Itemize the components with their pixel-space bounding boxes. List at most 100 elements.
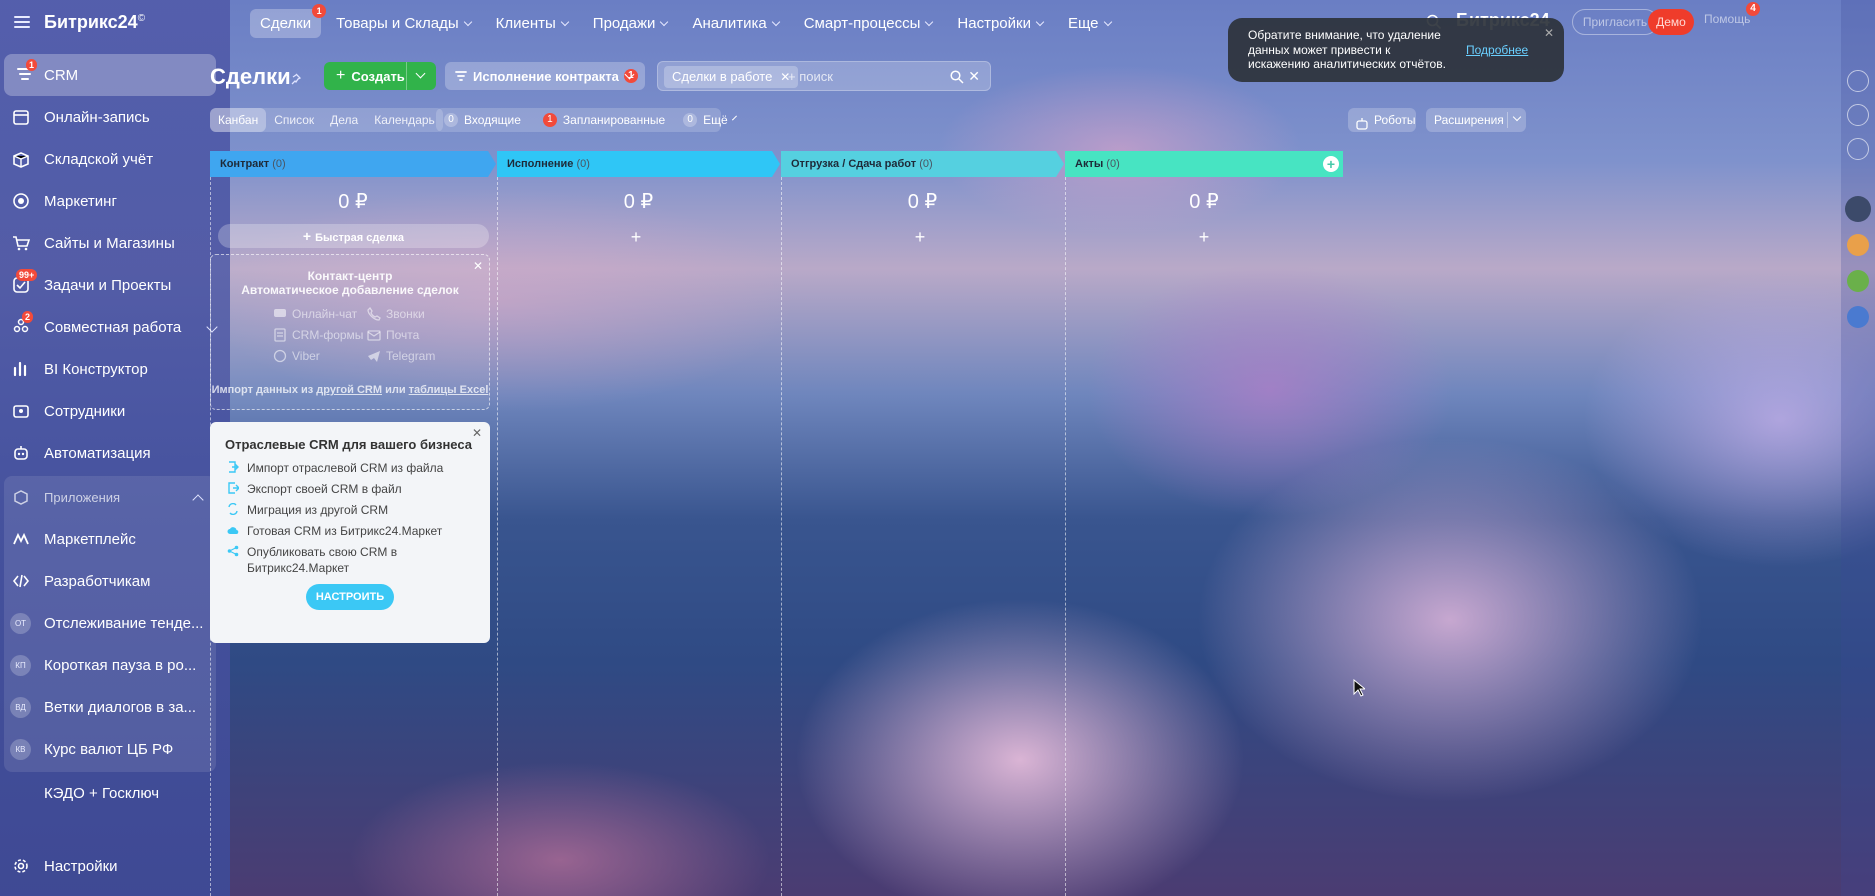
- industry-item-migration[interactable]: Миграция из другой CRM: [225, 502, 485, 518]
- counter-incoming[interactable]: Входящие: [464, 113, 521, 127]
- view-kanban[interactable]: Канбан: [210, 108, 267, 132]
- industry-item-ready-crm[interactable]: Готовая CRM из Битрикс24.Маркет: [225, 523, 485, 539]
- stage-name: Акты: [1075, 158, 1104, 170]
- industry-item-import[interactable]: Импорт отраслевой CRM из файла: [225, 460, 485, 476]
- demo-button[interactable]: Демо: [1648, 9, 1694, 35]
- sidebar-item-warehouse[interactable]: Складской учёт: [0, 138, 230, 180]
- chevron-up-icon[interactable]: [192, 494, 204, 506]
- box-icon: [12, 150, 30, 168]
- add-stage-icon[interactable]: +: [1323, 156, 1339, 172]
- sidebar-item-crm[interactable]: 1 CRM: [4, 54, 216, 96]
- tab-label: Еще: [1067, 14, 1099, 32]
- sidebar-item-automation[interactable]: Автоматизация: [0, 432, 230, 474]
- sidebar-item-settings[interactable]: Настройки: [0, 845, 230, 887]
- view-calendar[interactable]: Календарь: [366, 108, 443, 132]
- group-avatar-icon[interactable]: [1847, 270, 1869, 292]
- avatar[interactable]: [1845, 196, 1871, 222]
- sidebar-item-label: Маркетинг: [44, 192, 117, 210]
- tab-badge: 1: [312, 3, 327, 18]
- import-other-crm-link[interactable]: другой CRM: [316, 384, 382, 396]
- robot-icon: [12, 444, 30, 462]
- close-icon[interactable]: ✕: [1544, 26, 1554, 40]
- target-icon[interactable]: [1847, 104, 1869, 126]
- pipeline-selector[interactable]: Исполнение контракта 1: [445, 62, 645, 90]
- source-viber[interactable]: Viber: [273, 349, 320, 363]
- plus-icon: +: [302, 228, 312, 244]
- source-label: Telegram: [386, 349, 436, 363]
- stage-count: (0): [1106, 158, 1120, 170]
- tab-sales[interactable]: Продажи: [583, 9, 678, 38]
- stage-header[interactable]: Отгрузка / Сдача работ (0): [781, 151, 1064, 177]
- create-button[interactable]: + Создать: [324, 62, 436, 90]
- stage-header[interactable]: Контракт (0): [210, 151, 496, 177]
- add-deal-plus[interactable]: +: [1065, 228, 1343, 246]
- sidebar-item-tasks[interactable]: 99+ Задачи и Проекты: [0, 264, 230, 306]
- view-list[interactable]: Список: [266, 108, 322, 132]
- search-input[interactable]: + поиск: [788, 69, 833, 84]
- contact-avatar-icon[interactable]: [1847, 234, 1869, 256]
- stage-header[interactable]: Исполнение (0): [497, 151, 780, 177]
- logo[interactable]: Битрикс24©: [44, 12, 145, 33]
- setup-button[interactable]: НАСТРОИТЬ: [306, 584, 394, 610]
- add-deal-plus[interactable]: +: [497, 228, 775, 246]
- bell-icon[interactable]: [1847, 70, 1869, 92]
- sidebar-item-collaboration[interactable]: 2 Совместная работа: [0, 306, 230, 348]
- chevron-down-icon: [660, 17, 669, 26]
- sidebar-item-currency[interactable]: КВ Курс валют ЦБ РФ: [4, 728, 216, 770]
- search-icon[interactable]: [950, 70, 964, 84]
- stage-header[interactable]: Акты (0) +: [1065, 151, 1343, 177]
- source-mail[interactable]: Почта: [367, 328, 419, 342]
- import-excel-link[interactable]: таблицы Excel: [409, 384, 489, 396]
- tab-clients[interactable]: Клиенты: [486, 9, 578, 38]
- tab-analytics[interactable]: Аналитика: [682, 9, 788, 38]
- extensions-button[interactable]: Расширения: [1426, 108, 1526, 132]
- counter-planned[interactable]: Запланированные: [563, 113, 665, 127]
- sidebar-item-kedo[interactable]: КЭДО + Госключ: [0, 772, 230, 814]
- sidebar-item-short-pause[interactable]: КП Короткая пауза в ро...: [4, 644, 216, 686]
- sidebar-item-bi[interactable]: BI Конструктор: [0, 348, 230, 390]
- sidebar-item-employees[interactable]: Сотрудники: [0, 390, 230, 432]
- toast-more-link[interactable]: Подробнее: [1466, 43, 1528, 57]
- chevron-down-icon[interactable]: [1512, 112, 1522, 122]
- column-divider: [1065, 177, 1066, 896]
- sidebar-item-sites[interactable]: Сайты и Магазины: [0, 222, 230, 264]
- invite-button[interactable]: Пригласить: [1572, 9, 1658, 35]
- sidebar-item-tenders[interactable]: ОТ Отслеживание тенде...: [4, 602, 216, 644]
- tab-products[interactable]: Товары и Склады: [326, 9, 481, 38]
- add-deal-plus[interactable]: +: [781, 228, 1059, 246]
- create-menu-toggle[interactable]: [406, 62, 436, 90]
- pin-icon[interactable]: [289, 72, 302, 85]
- quick-deal-button[interactable]: + Быстрая сделка: [218, 224, 489, 248]
- menu-icon[interactable]: [14, 16, 30, 28]
- chat-icon[interactable]: [1847, 138, 1869, 160]
- sidebar-item-marketing[interactable]: Маркетинг: [0, 180, 230, 222]
- source-calls[interactable]: Звонки: [367, 306, 425, 321]
- tab-deals[interactable]: Сделки 1: [250, 3, 327, 38]
- tab-settings[interactable]: Настройки: [947, 9, 1053, 38]
- sidebar-item-marketplace[interactable]: Маркетплейс: [4, 518, 216, 560]
- sidebar-item-online-booking[interactable]: Онлайн-запись: [0, 96, 230, 138]
- contact-center-card: ✕ Контакт-центр Автоматическое добавлени…: [210, 254, 490, 410]
- collaboration-badge: 2: [22, 311, 34, 323]
- sidebar-item-developers[interactable]: Разработчикам: [4, 560, 216, 602]
- counter-more[interactable]: Ещё: [703, 113, 728, 127]
- source-online-chat[interactable]: Онлайн-чат: [273, 307, 357, 321]
- source-telegram[interactable]: Telegram: [367, 349, 435, 363]
- view-activities[interactable]: Дела: [322, 108, 366, 132]
- sidebar-item-dialog-threads[interactable]: ВД Ветки диалогов в за...: [4, 686, 216, 728]
- funnel-icon: [455, 70, 467, 82]
- bookmark-icon[interactable]: [1847, 306, 1869, 328]
- sidebar-item-label: Задачи и Проекты: [44, 276, 172, 294]
- source-crm-forms[interactable]: CRM-формы: [273, 328, 363, 342]
- clear-icon[interactable]: ✕: [968, 68, 980, 85]
- help-link[interactable]: Помощь: [1704, 12, 1750, 26]
- filter-preset-tag[interactable]: Сделки в работе ✕: [664, 66, 799, 88]
- tab-more[interactable]: Еще: [1058, 9, 1121, 38]
- tab-smart-processes[interactable]: Смарт-процессы: [794, 9, 943, 38]
- industry-item-publish[interactable]: Опубликовать свою CRM в Битрикс24.Маркет: [225, 544, 485, 576]
- industry-item-export[interactable]: Экспорт своей CRM в файл: [225, 481, 485, 497]
- robots-button[interactable]: Роботы: [1348, 108, 1416, 132]
- close-icon[interactable]: ✕: [472, 426, 482, 440]
- apps-header[interactable]: Приложения: [4, 476, 216, 518]
- filter-search-bar[interactable]: Сделки в работе ✕ + поиск ✕: [657, 61, 991, 91]
